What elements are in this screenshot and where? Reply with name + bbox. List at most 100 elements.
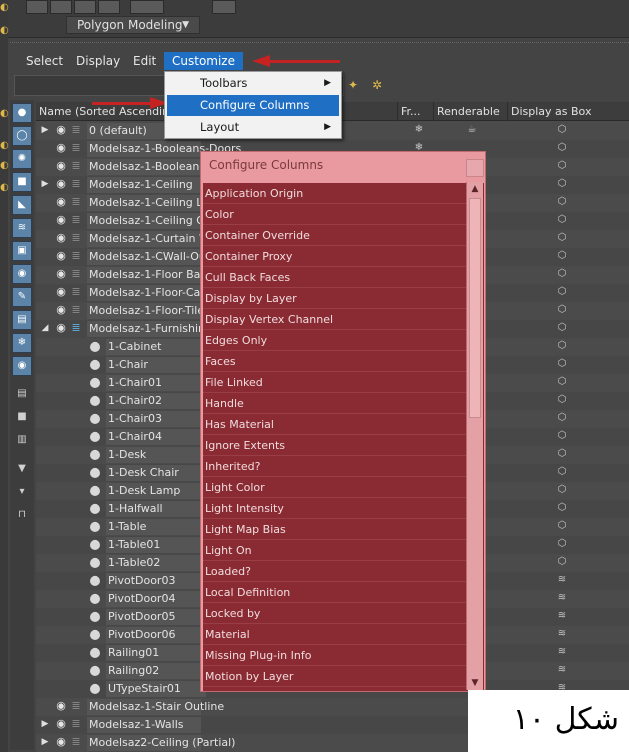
cube-icon[interactable]: ⬡ <box>556 520 568 532</box>
hidden-filter-icon[interactable]: ◉ <box>12 356 32 376</box>
column-option[interactable]: Color <box>203 204 468 225</box>
container-filter-icon[interactable]: ▤ <box>12 310 32 330</box>
stack-icon[interactable]: ≋ <box>556 574 568 586</box>
cube-icon[interactable]: ⬡ <box>556 484 568 496</box>
expand-icon[interactable]: ▶ <box>40 737 50 747</box>
cube-icon[interactable]: ⬡ <box>556 340 568 352</box>
scroll-down-icon[interactable]: ▼ <box>467 676 483 690</box>
column-option[interactable]: Container Proxy <box>203 246 468 267</box>
menu-item-toolbars[interactable]: Toolbars ▶ <box>167 73 339 94</box>
scrollbar-thumb[interactable] <box>469 198 481 418</box>
cube-icon[interactable]: ⬡ <box>556 538 568 550</box>
spacewarp-filter-icon[interactable]: ≋ <box>12 218 32 238</box>
column-option[interactable]: Has Material <box>203 414 468 435</box>
tab-icon[interactable]: ⊓ <box>12 506 32 526</box>
visibility-eye-icon[interactable]: ◉ <box>55 250 67 262</box>
camera-filter-icon[interactable]: ■ <box>12 172 32 192</box>
menu-item-configure-columns[interactable]: Configure Columns <box>167 95 339 116</box>
stack-icon[interactable]: ≋ <box>556 610 568 622</box>
select-tool-button-2[interactable] <box>50 0 72 14</box>
cube-icon[interactable]: ⬡ <box>556 160 568 172</box>
column-header-renderable[interactable]: Renderable <box>434 102 508 121</box>
visibility-eye-icon[interactable]: ◉ <box>55 700 67 712</box>
record-tool-button[interactable] <box>130 0 164 14</box>
cube-icon[interactable]: ⬡ <box>556 304 568 316</box>
frozen-icon[interactable]: ❄ <box>413 124 425 136</box>
visibility-eye-icon[interactable]: ◉ <box>55 232 67 244</box>
helper-filter-icon[interactable]: ◣ <box>12 195 32 215</box>
document-icon[interactable]: ▥ <box>12 431 32 451</box>
column-option[interactable]: Locked by <box>203 603 468 624</box>
cube-icon[interactable]: ⬡ <box>556 178 568 190</box>
cube-icon[interactable]: ⬡ <box>556 196 568 208</box>
column-option[interactable]: Cull Back Faces <box>203 267 468 288</box>
visibility-eye-icon[interactable]: ◉ <box>55 718 67 730</box>
cube-icon[interactable]: ⬡ <box>556 466 568 478</box>
column-option[interactable]: Application Origin <box>203 183 468 204</box>
column-header-display-as-box[interactable]: Display as Box <box>508 102 629 121</box>
cube-icon[interactable]: ⬡ <box>556 124 568 136</box>
column-option[interactable]: Loaded? <box>203 561 468 582</box>
export-tool-button[interactable] <box>212 0 236 14</box>
list-icon[interactable]: ▤ <box>12 385 32 405</box>
column-option[interactable]: Display Vertex Channel <box>203 309 468 330</box>
stack-icon[interactable]: ≋ <box>556 592 568 604</box>
menu-customize[interactable]: Customize <box>164 52 243 70</box>
bone-filter-icon[interactable]: ✎ <box>12 287 32 307</box>
shape-filter-icon[interactable]: ◯ <box>12 126 32 146</box>
menu-select[interactable]: Select <box>18 52 71 70</box>
cube-icon[interactable]: ⬡ <box>556 286 568 298</box>
visibility-eye-icon[interactable]: ◉ <box>55 142 67 154</box>
column-option[interactable]: Motion by Layer <box>203 666 468 687</box>
light-filter-icon[interactable]: ✺ <box>12 149 32 169</box>
visibility-eye-icon[interactable]: ◉ <box>55 736 67 748</box>
stack-icon[interactable]: ≋ <box>556 664 568 676</box>
cube-icon[interactable]: ⬡ <box>556 394 568 406</box>
visibility-eye-icon[interactable]: ◉ <box>55 322 67 334</box>
column-option[interactable]: Edges Only <box>203 330 468 351</box>
visibility-eye-icon[interactable]: ◉ <box>55 160 67 172</box>
column-option[interactable]: Faces <box>203 351 468 372</box>
geometry-filter-icon[interactable]: ● <box>12 103 32 123</box>
visibility-eye-icon[interactable]: ◉ <box>55 304 67 316</box>
helper-filter-icon[interactable]: ✲ <box>370 78 384 92</box>
visibility-eye-icon[interactable]: ◉ <box>55 178 67 190</box>
cube-icon[interactable]: ⬡ <box>556 556 568 568</box>
menu-edit[interactable]: Edit <box>125 52 164 70</box>
cube-icon[interactable]: ⬡ <box>556 250 568 262</box>
column-option[interactable]: Missing Plug-in Info <box>203 645 468 666</box>
group-filter-icon[interactable]: ▣ <box>12 241 32 261</box>
menu-display[interactable]: Display <box>68 52 128 70</box>
column-option[interactable]: Display by Layer <box>203 288 468 309</box>
select-tool-button-3[interactable] <box>74 0 96 14</box>
menu-item-layout[interactable]: Layout ▶ <box>167 117 339 138</box>
collapse-icon[interactable]: ◢ <box>40 323 50 333</box>
visibility-eye-icon[interactable]: ◉ <box>55 286 67 298</box>
cube-icon[interactable]: ⬡ <box>556 412 568 424</box>
expand-icon[interactable]: ▶ <box>40 125 50 135</box>
select-tool-button-4[interactable] <box>98 0 120 14</box>
visibility-eye-icon[interactable]: ◉ <box>55 268 67 280</box>
column-option[interactable]: Material <box>203 624 468 645</box>
filter-icon[interactable]: ▾ <box>12 483 32 503</box>
cube-icon[interactable]: ⬡ <box>556 232 568 244</box>
visibility-eye-icon[interactable]: ◉ <box>55 124 67 136</box>
close-button[interactable] <box>466 159 484 177</box>
cube-icon[interactable]: ⬡ <box>556 448 568 460</box>
visibility-eye-icon[interactable]: ◉ <box>55 214 67 226</box>
column-option[interactable]: Light Intensity <box>203 498 468 519</box>
column-option[interactable]: File Linked <box>203 372 468 393</box>
visibility-eye-icon[interactable]: ◉ <box>55 196 67 208</box>
column-option[interactable]: Inherited? <box>203 456 468 477</box>
polygon-modeling-dropdown[interactable]: Polygon Modeling ▼ <box>66 16 200 34</box>
column-header-frozen[interactable]: Fr... <box>398 102 434 121</box>
cube-icon[interactable]: ⬡ <box>556 502 568 514</box>
column-option[interactable]: Light Map Bias <box>203 519 468 540</box>
select-tool-button[interactable] <box>26 0 48 14</box>
cube-icon[interactable]: ⬡ <box>556 322 568 334</box>
column-option[interactable]: Ignore Extents <box>203 435 468 456</box>
column-option[interactable]: Handle <box>203 393 468 414</box>
cube-icon[interactable]: ⬡ <box>556 142 568 154</box>
cube-icon[interactable]: ⬡ <box>556 430 568 442</box>
square-icon[interactable]: ■ <box>12 408 32 428</box>
